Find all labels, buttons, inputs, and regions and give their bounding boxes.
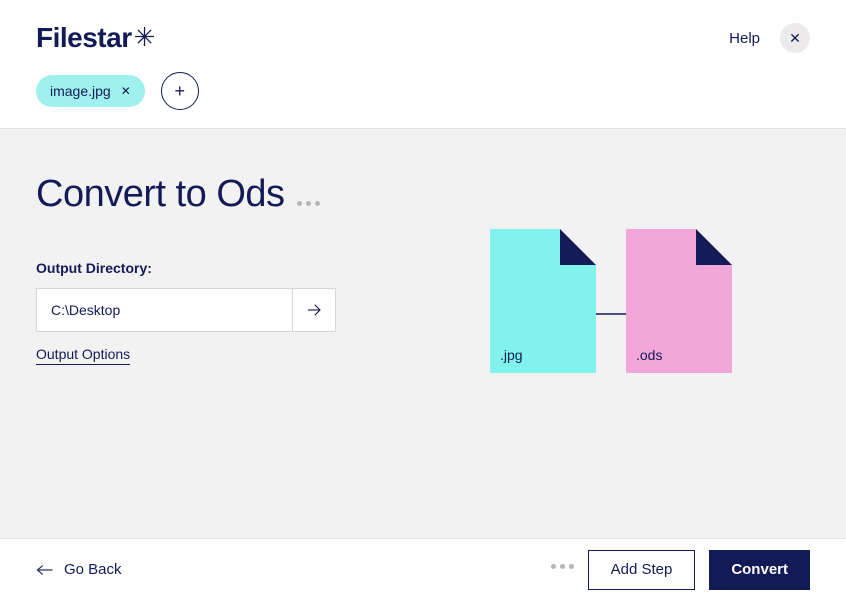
output-directory-browse-button[interactable] — [292, 288, 336, 332]
target-file-ext: .ods — [636, 347, 662, 363]
arrow-left-icon — [36, 563, 54, 577]
header-top: Filestar✳ Help ✕ — [36, 22, 810, 54]
dot-icon — [306, 201, 311, 206]
header: Filestar✳ Help ✕ image.jpg ✕ + — [0, 0, 846, 128]
main-content: Convert to Ods Output Directory: Output … — [0, 128, 846, 538]
footer: Go Back Add Step Convert — [0, 538, 846, 600]
go-back-button[interactable]: Go Back — [36, 561, 122, 578]
close-icon: ✕ — [789, 30, 801, 47]
logo-text: Filestar — [36, 22, 132, 53]
go-back-label: Go Back — [64, 561, 122, 578]
add-file-button[interactable]: + — [161, 72, 199, 110]
logo-star-icon: ✳ — [134, 22, 155, 52]
footer-more-button[interactable] — [551, 564, 574, 575]
source-file-icon: .jpg — [490, 229, 596, 373]
file-chip[interactable]: image.jpg ✕ — [36, 75, 145, 107]
dot-icon — [560, 564, 565, 569]
conversion-illustration: .jpg .ods — [490, 229, 790, 429]
help-link[interactable]: Help — [729, 30, 760, 47]
app-window: Filestar✳ Help ✕ image.jpg ✕ + Convert t… — [0, 0, 846, 600]
dot-icon — [297, 201, 302, 206]
close-button[interactable]: ✕ — [780, 23, 810, 53]
file-fold-icon — [560, 229, 596, 265]
title-more-button[interactable] — [297, 201, 320, 212]
plus-icon: + — [175, 81, 186, 102]
app-logo: Filestar✳ — [36, 22, 155, 54]
dot-icon — [569, 564, 574, 569]
footer-actions: Add Step Convert — [551, 550, 810, 590]
dot-icon — [315, 201, 320, 206]
arrow-right-icon — [305, 301, 323, 319]
convert-button[interactable]: Convert — [709, 550, 810, 590]
file-chips: image.jpg ✕ + — [36, 72, 810, 110]
file-fold-icon — [696, 229, 732, 265]
target-file-icon: .ods — [626, 229, 732, 373]
source-file-ext: .jpg — [500, 347, 523, 363]
output-directory-row — [36, 288, 336, 332]
remove-file-icon[interactable]: ✕ — [121, 84, 131, 98]
title-row: Convert to Ods — [36, 173, 810, 216]
dot-icon — [551, 564, 556, 569]
output-directory-input[interactable] — [36, 288, 292, 332]
file-chip-label: image.jpg — [50, 83, 111, 99]
page-title: Convert to Ods — [36, 173, 285, 216]
header-right: Help ✕ — [729, 23, 810, 53]
output-options-link[interactable]: Output Options — [36, 346, 130, 365]
add-step-button[interactable]: Add Step — [588, 550, 696, 590]
